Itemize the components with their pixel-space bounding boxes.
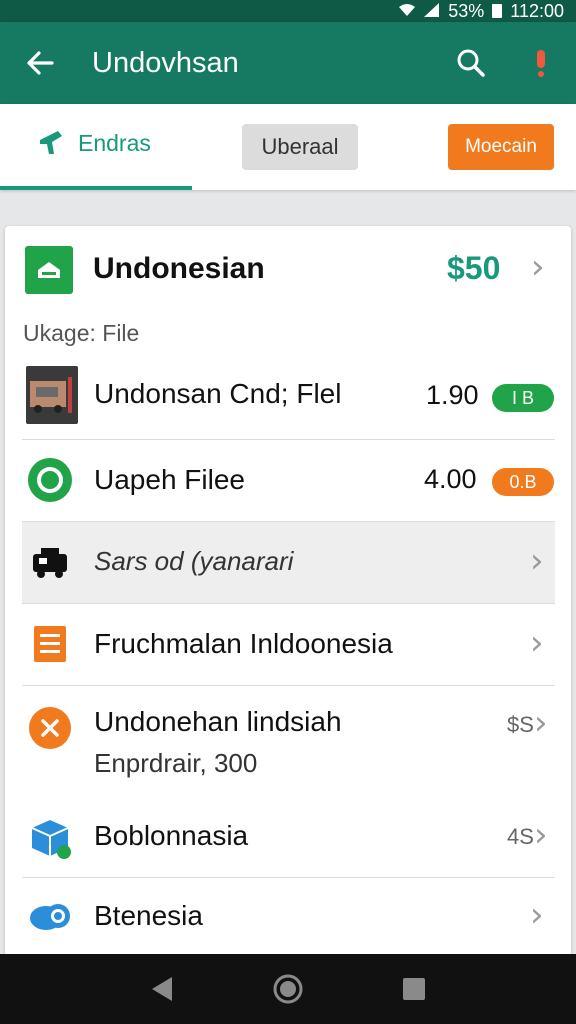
nav-recents-icon[interactable] [402,977,426,1001]
tab-moecain[interactable]: Moecain [448,124,554,170]
row-label: Btenesia [94,900,203,931]
card-title: Undonesian [93,252,265,285]
document-list-icon [26,620,74,668]
battery-icon [492,4,503,18]
battery-percent: 53% [448,0,485,21]
row-label: Sars od (yanarari [94,546,294,576]
chevron-right-icon: › [531,247,545,287]
tab-label: Endras [78,129,151,156]
megaphone-icon [40,131,62,154]
tab-bar: Endras Uberaal Moecain [0,104,576,190]
car-icon [26,538,74,586]
alert-button[interactable] [506,22,576,104]
row-label: Undonsan Cnd; Flel [94,378,342,409]
card-price: $50 [447,250,501,286]
cloud-icon [26,892,74,940]
row-value: $S [507,712,534,737]
tab-indicator [0,186,192,190]
list-item[interactable]: Fruchmalan Inldoonesia › [22,604,555,686]
package-icon [26,814,74,862]
list-item[interactable]: Undonsan Cnd; Flel 1.90 I B [22,356,555,440]
section-label: Ukage: File [23,320,140,346]
row-label: Undonehan lindsiah [94,706,342,737]
chevron-right-icon: › [530,895,544,935]
list-item[interactable]: Undonehan lindsiah Enprdrair, 300 $S › [22,686,555,800]
content-card: Undonesian $50 › Ukage: File Undonsan Cn… [5,226,571,956]
wifi-icon [398,3,416,20]
system-nav-bar [0,954,576,1024]
search-icon [457,49,485,77]
card-header[interactable]: Undonesian $50 › [5,226,571,314]
chevron-right-icon: › [530,541,544,581]
list-item[interactable]: Boblonnasia 4S › [22,800,555,878]
alert-icon [537,50,545,77]
tab-endras[interactable]: Endras [38,128,151,158]
arrow-left-icon [27,51,54,75]
row-label: Uapeh Filee [94,464,245,495]
page-title: Undovhsan [92,46,239,79]
row-label: Fruchmalan Inldoonesia [94,628,393,659]
home-icon [25,246,73,294]
vehicle-thumbnail-icon [26,366,78,424]
list-item[interactable]: Btenesia › [22,878,555,956]
signal-icon [424,2,440,20]
list-item[interactable]: Uapeh Filee 4.00 0.B [22,440,555,522]
status-badge: 0.B [492,468,554,496]
back-button[interactable] [0,22,80,104]
nav-home-icon[interactable] [273,974,303,1004]
record-icon [26,456,74,504]
clock: 112:00 [510,0,564,21]
row-value: 1.90 [426,380,479,410]
app-bar: Undovhsan [0,22,576,104]
chevron-right-icon: › [534,703,548,743]
chevron-right-icon: › [534,815,548,855]
status-bar: 53% 112:00 [0,0,576,22]
search-button[interactable] [436,22,506,104]
chevron-right-icon: › [530,623,544,663]
row-value: 4S [507,824,534,849]
status-badge: I B [492,384,554,412]
close-circle-icon [26,704,74,752]
nav-back-icon[interactable] [150,976,174,1002]
row-label: Boblonnasia [94,820,249,851]
list-item-selected[interactable]: Sars od (yanarari › [22,522,555,604]
row-sublabel: Enprdrair, 300 [94,748,258,778]
row-value: 4.00 [424,464,477,494]
tab-uberaal[interactable]: Uberaal [242,124,358,170]
